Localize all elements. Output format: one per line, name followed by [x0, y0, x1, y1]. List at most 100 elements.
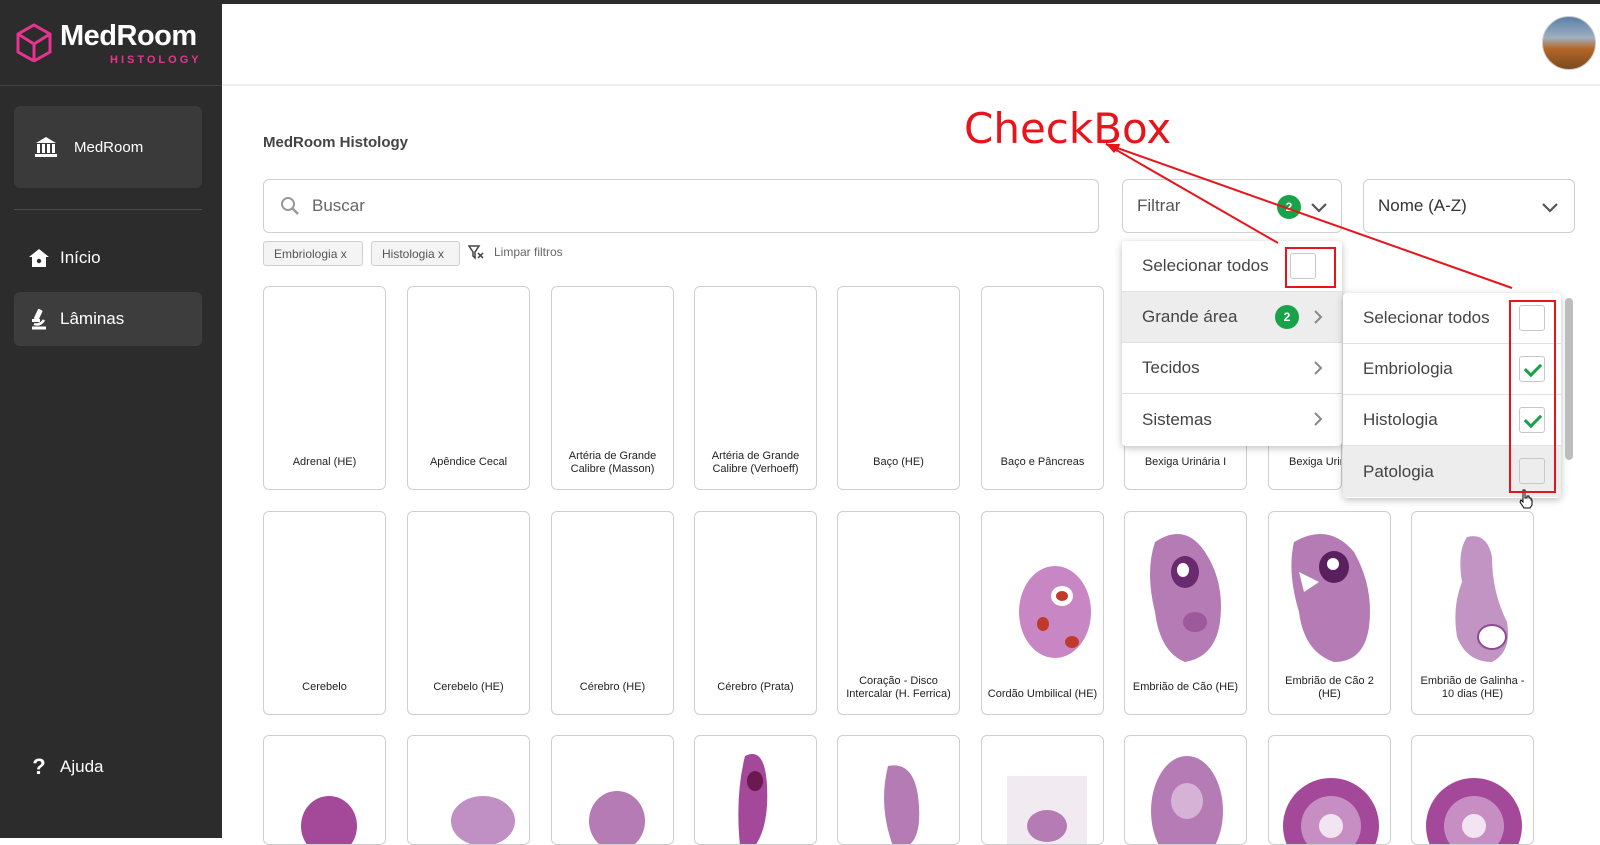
- app-subtitle: HISTOLOGY: [110, 54, 202, 66]
- slide-thumbnail: [1283, 778, 1379, 844]
- grande-area-count-badge: 2: [1275, 305, 1299, 329]
- menu-item-grande-area[interactable]: Grande área 2: [1122, 292, 1342, 343]
- slide-card[interactable]: Embrião de Cão 2 (HE): [1268, 511, 1391, 715]
- slide-title: Apêndice Cecal: [429, 456, 508, 468]
- nav-label: Lâminas: [60, 309, 125, 328]
- search-input[interactable]: Buscar: [263, 179, 1099, 233]
- slide-title: Cérebro (HE): [579, 681, 646, 693]
- slide-thumbnail: [738, 754, 768, 844]
- nav-laminas[interactable]: Lâminas: [14, 292, 202, 346]
- menu-item-label: Sistemas: [1142, 409, 1212, 429]
- chevron-right-icon: [1314, 310, 1323, 324]
- slide-title: Cérebro (Prata): [717, 681, 794, 693]
- slide-card[interactable]: [551, 735, 674, 845]
- slide-thumbnail: [301, 796, 357, 844]
- slide-card[interactable]: Baço (HE): [837, 286, 960, 490]
- slide-card[interactable]: Artéria de Grande Calibre (Verhoeff): [694, 286, 817, 490]
- submenu-item-label: Selecionar todos: [1363, 308, 1490, 327]
- sidebar-divider: [14, 209, 202, 210]
- building-icon: [35, 137, 57, 157]
- nav-label: Início: [60, 248, 101, 267]
- slide-card[interactable]: [837, 735, 960, 845]
- slide-card[interactable]: [981, 735, 1104, 845]
- sort-dropdown[interactable]: Nome (A-Z): [1363, 179, 1575, 233]
- slide-thumbnail: [589, 791, 645, 844]
- search-icon: [281, 197, 299, 215]
- filter-chip-histologia[interactable]: Histologia x: [371, 241, 460, 266]
- chevron-right-icon: [1314, 412, 1323, 426]
- slide-card[interactable]: [1411, 735, 1534, 845]
- clear-filters-button[interactable]: Limpar filtros: [468, 244, 563, 260]
- page-title: MedRoom Histology: [263, 134, 408, 151]
- slide-title: Adrenal (HE): [292, 456, 357, 468]
- slide-card[interactable]: [1124, 735, 1247, 845]
- slide-card[interactable]: [694, 735, 817, 845]
- header-divider: [222, 84, 1600, 86]
- slide-card[interactable]: Embrião de Galinha - 10 dias (HE): [1411, 511, 1534, 715]
- submenu-item-label: Histologia: [1363, 410, 1438, 429]
- slide-card[interactable]: Artéria de Grande Calibre (Masson): [551, 286, 674, 490]
- slide-card[interactable]: Adrenal (HE): [263, 286, 386, 490]
- microscope-icon: [32, 308, 46, 330]
- slide-thumbnail: [884, 765, 920, 844]
- slide-thumbnail: [1150, 534, 1221, 662]
- user-avatar[interactable]: [1542, 16, 1596, 70]
- filter-dropdown[interactable]: Filtrar 2: [1122, 179, 1342, 233]
- slide-title: Baço e Pâncreas: [1000, 456, 1085, 468]
- slide-title: Cerebelo: [302, 681, 347, 693]
- slide-card[interactable]: Apêndice Cecal: [407, 286, 530, 490]
- slide-card[interactable]: Cerebelo: [263, 511, 386, 715]
- nav-inicio[interactable]: Início: [14, 231, 202, 285]
- slide-title: Embrião de Galinha - 10 dias (HE): [1420, 675, 1525, 700]
- clear-filter-icon: [468, 245, 484, 260]
- slide-title: Embrião de Cão (HE): [1132, 681, 1239, 693]
- slide-card[interactable]: [407, 735, 530, 845]
- filter-label: Filtrar: [1137, 196, 1181, 215]
- clear-filters-label: Limpar filtros: [494, 245, 563, 259]
- slide-card[interactable]: Cérebro (Prata): [694, 511, 817, 715]
- cube-logo-icon: [16, 23, 52, 62]
- slide-title: Baço (HE): [873, 456, 924, 468]
- slide-card[interactable]: Baço e Pâncreas: [981, 286, 1104, 490]
- slide-thumbnail: [1455, 536, 1508, 662]
- slide-title: Bexiga Urinária II: [1289, 456, 1341, 468]
- top-edge-bar: [0, 0, 1600, 4]
- slide-card[interactable]: [263, 735, 386, 845]
- slide-card[interactable]: Cordão Umbilical (HE): [981, 511, 1104, 715]
- nav-label: Ajuda: [60, 757, 104, 776]
- slide-card[interactable]: Embrião de Cão (HE): [1124, 511, 1247, 715]
- institution-card[interactable]: MedRoom: [14, 106, 202, 188]
- medroom-logo[interactable]: MedRoom HISTOLOGY: [14, 18, 214, 68]
- filter-count-badge: 2: [1277, 195, 1301, 219]
- menu-item-label: Selecionar todos: [1142, 256, 1269, 275]
- slide-card[interactable]: Coração - Disco Intercalar (H. Ferrica): [837, 511, 960, 715]
- institution-name: MedRoom: [74, 138, 144, 156]
- annotation-box: [1509, 300, 1556, 493]
- menu-item-tecidos[interactable]: Tecidos: [1122, 343, 1342, 394]
- menu-item-sistemas[interactable]: Sistemas: [1122, 394, 1342, 445]
- slide-thumbnail: [1291, 534, 1370, 662]
- slide-card[interactable]: Cérebro (HE): [551, 511, 674, 715]
- slide-thumbnail: [451, 796, 515, 844]
- menu-item-label: Tecidos: [1142, 358, 1200, 377]
- slide-title: Coração - Disco Intercalar (H. Ferrica): [846, 675, 951, 700]
- slide-thumbnail: [1151, 756, 1223, 844]
- slide-thumbnail: [1426, 778, 1522, 844]
- slide-thumbnail: [1007, 776, 1087, 844]
- menu-item-label: Grande área: [1142, 307, 1238, 326]
- slide-card[interactable]: Cerebelo (HE): [407, 511, 530, 715]
- sidebar: MedRoom HISTOLOGY MedRoom Início Lâminas…: [0, 0, 222, 838]
- slide-card[interactable]: [1268, 735, 1391, 845]
- app-name: MedRoom: [60, 20, 197, 52]
- nav-ajuda[interactable]: ? Ajuda: [14, 740, 202, 794]
- slide-title: Embrião de Cão 2 (HE): [1285, 675, 1374, 700]
- slide-title: Bexiga Urinária I: [1144, 456, 1227, 468]
- slide-thumbnail: [1019, 566, 1091, 658]
- sidebar-divider: [0, 85, 222, 86]
- search-placeholder: Buscar: [312, 196, 365, 215]
- scrollbar[interactable]: [1565, 298, 1573, 460]
- slide-title: Artéria de Grande Calibre (Verhoeff): [711, 450, 800, 475]
- slide-title: Artéria de Grande Calibre (Masson): [568, 450, 657, 475]
- help-icon: ?: [32, 754, 46, 779]
- filter-chip-embriologia[interactable]: Embriologia x: [263, 241, 363, 266]
